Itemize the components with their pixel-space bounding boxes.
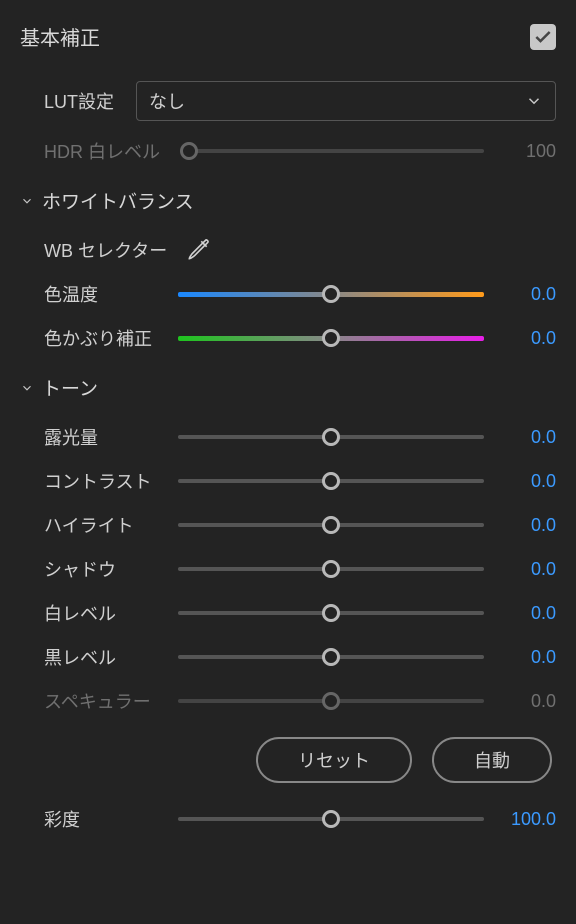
chevron-down-icon (20, 194, 34, 208)
wb-selector-label: WB セレクター (44, 237, 174, 263)
highlights-slider[interactable] (178, 517, 484, 533)
hdr-white-slider (180, 143, 484, 159)
lut-select[interactable]: なし (136, 81, 556, 121)
check-icon (533, 27, 553, 47)
tint-label: 色かぶり補正 (44, 325, 174, 351)
shadows-slider[interactable] (178, 561, 484, 577)
chevron-down-icon (20, 381, 34, 395)
shadows-label: シャドウ (44, 556, 174, 582)
saturation-slider[interactable] (178, 811, 484, 827)
contrast-slider[interactable] (178, 473, 484, 489)
temp-slider[interactable] (178, 286, 484, 302)
lut-label: LUT設定 (44, 88, 130, 114)
shadows-value[interactable]: 0.0 (496, 559, 556, 580)
highlights-label: ハイライト (44, 512, 174, 538)
eyedropper-button[interactable] (184, 236, 212, 264)
hdr-white-value: 100 (496, 141, 556, 162)
panel-enable-checkbox[interactable] (530, 24, 556, 50)
saturation-value[interactable]: 100.0 (496, 809, 556, 830)
highlights-value[interactable]: 0.0 (496, 515, 556, 536)
panel-title: 基本補正 (20, 22, 100, 51)
exposure-label: 露光量 (44, 424, 174, 450)
hdr-white-label: HDR 白レベル (44, 138, 176, 164)
tint-slider[interactable] (178, 330, 484, 346)
wb-section-label: ホワイトバランス (42, 187, 194, 214)
blacks-value[interactable]: 0.0 (496, 647, 556, 668)
contrast-label: コントラスト (44, 468, 174, 494)
eyedropper-icon (185, 237, 211, 263)
whites-label: 白レベル (44, 600, 174, 626)
specular-slider (178, 693, 484, 709)
chevron-down-icon (525, 92, 543, 110)
auto-button[interactable]: 自動 (432, 737, 552, 783)
whites-slider[interactable] (178, 605, 484, 621)
blacks-slider[interactable] (178, 649, 484, 665)
tone-section-header[interactable]: トーン (0, 360, 576, 415)
exposure-slider[interactable] (178, 429, 484, 445)
saturation-label: 彩度 (44, 806, 174, 832)
temp-label: 色温度 (44, 281, 174, 307)
contrast-value[interactable]: 0.0 (496, 471, 556, 492)
exposure-value[interactable]: 0.0 (496, 427, 556, 448)
tone-section-label: トーン (42, 374, 98, 401)
reset-button[interactable]: リセット (256, 737, 412, 783)
tint-value[interactable]: 0.0 (496, 328, 556, 349)
specular-label: スペキュラー (44, 688, 174, 714)
specular-value: 0.0 (496, 691, 556, 712)
temp-value[interactable]: 0.0 (496, 284, 556, 305)
lut-selected-value: なし (149, 88, 185, 114)
whites-value[interactable]: 0.0 (496, 603, 556, 624)
wb-section-header[interactable]: ホワイトバランス (0, 173, 576, 228)
blacks-label: 黒レベル (44, 644, 174, 670)
